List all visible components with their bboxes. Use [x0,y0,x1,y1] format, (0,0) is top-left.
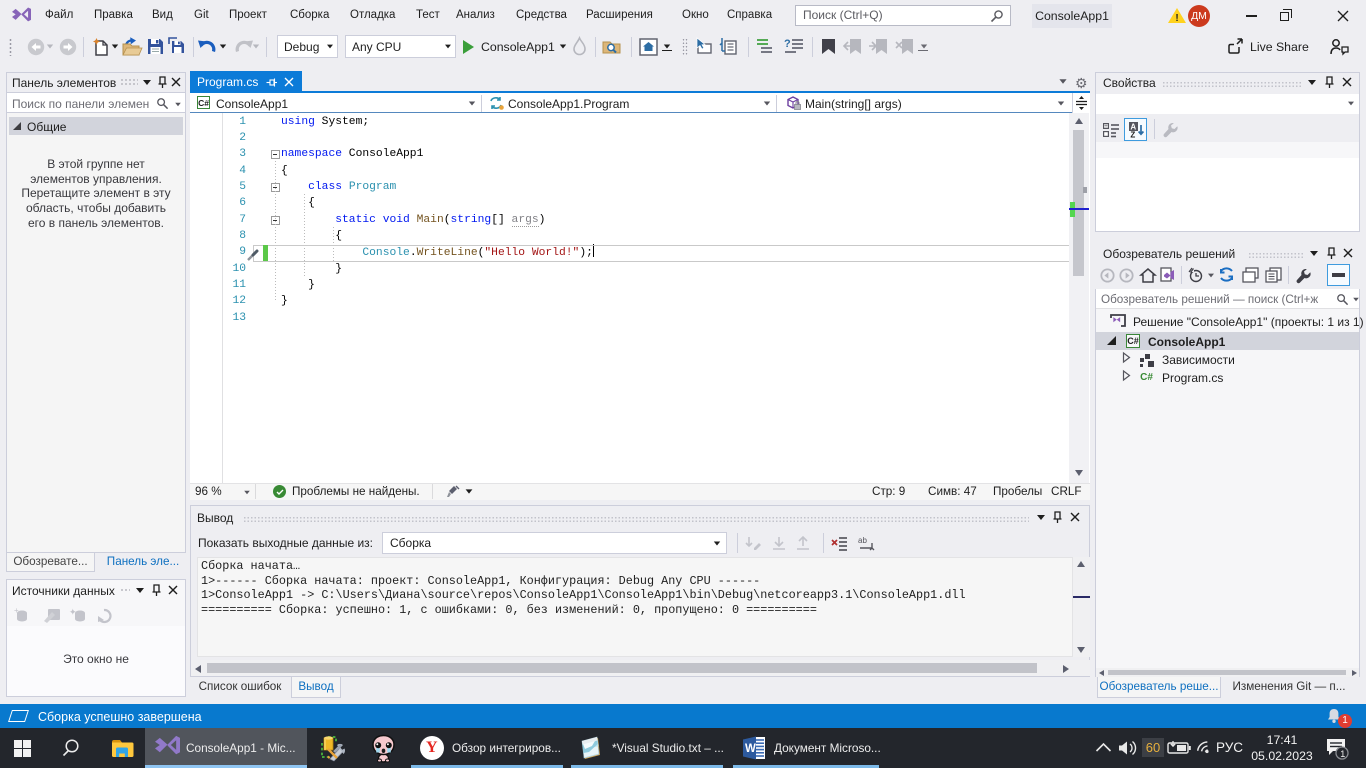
svg-text:W: W [745,743,756,755]
svg-text:Z: Z [1130,130,1135,139]
svg-text:+: + [1104,124,1108,130]
svg-text:1: 1 [1340,749,1345,759]
svg-text:✦: ✦ [69,607,77,617]
svg-text:?: ? [784,38,791,50]
svg-text:ab: ab [858,536,867,545]
svg-text:+: + [14,606,19,615]
